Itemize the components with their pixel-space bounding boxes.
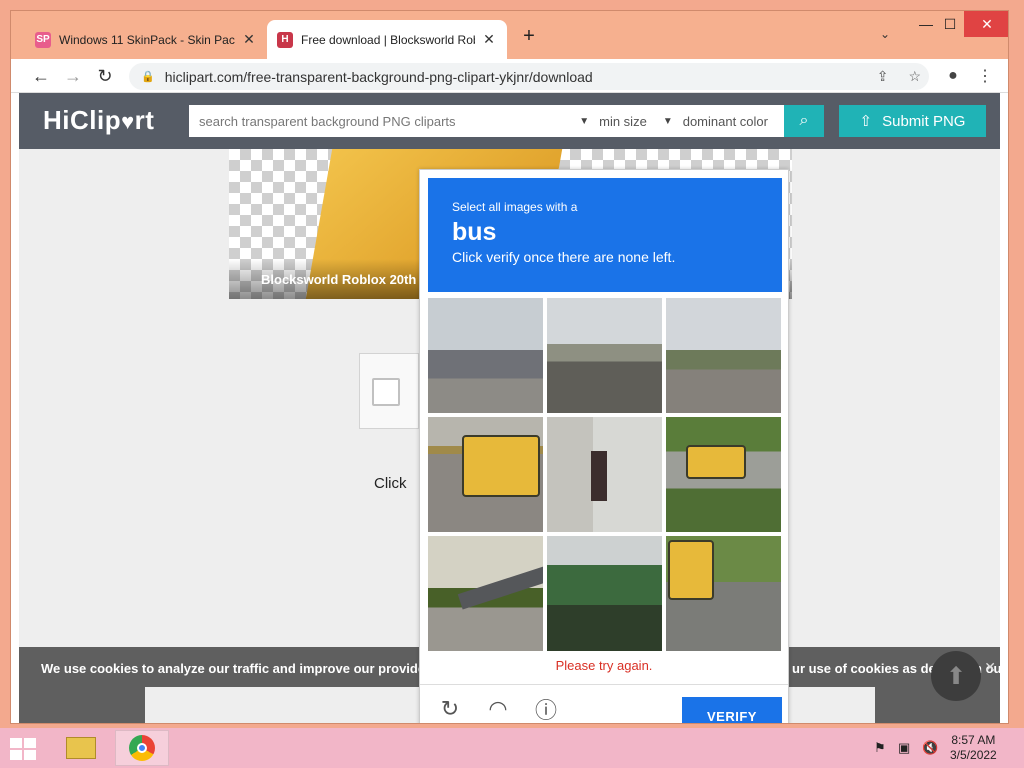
captcha-header: Select all images with a bus Click verif… (428, 178, 782, 292)
chevron-down-icon[interactable]: ⌄ (875, 27, 895, 47)
captcha-tile[interactable] (547, 417, 662, 532)
captcha-tile[interactable] (428, 298, 543, 413)
captcha-error: Please try again. (555, 658, 653, 673)
clock-time: 8:57 AM (951, 733, 996, 747)
recaptcha-checkbox[interactable] (372, 378, 400, 406)
close-icon[interactable]: ✕ (984, 659, 996, 676)
min-size-dropdown[interactable]: ▼ min size (579, 114, 647, 129)
url-text: hiclipart.com/free-transparent-backgroun… (164, 68, 593, 85)
captcha-tile[interactable] (428, 417, 543, 532)
close-icon[interactable]: ✕ (241, 31, 257, 48)
browser-toolbar: ← → ↻ 🔒 hiclipart.com/free-transparent-b… (11, 59, 1008, 93)
new-tab-button[interactable]: + (517, 25, 541, 49)
captcha-footer: ↻ ◠ ⓘ VERIFY (420, 684, 788, 723)
submit-png-button[interactable]: ⇧ Submit PNG (839, 105, 986, 137)
window-close-button[interactable]: ✕ (964, 11, 1008, 37)
profile-icon[interactable]: ● (941, 64, 965, 88)
clock-date: 3/5/2022 (950, 748, 997, 762)
click-instruction-text: Click (374, 475, 407, 492)
search-input[interactable]: search transparent background PNG clipar… (189, 114, 579, 129)
captcha-tile[interactable] (666, 417, 781, 532)
maximize-button[interactable]: ☐ (933, 11, 967, 37)
captcha-tile[interactable] (666, 298, 781, 413)
tab-hiclipart[interactable]: H Free download | Blocksworld Rob ✕ (267, 20, 507, 59)
back-arrow-icon[interactable]: ← (29, 64, 53, 88)
tab-strip: SP Windows 11 SkinPack - Skin Pack ✕ H F… (11, 11, 1008, 59)
cookie-text: We use cookies to analyze our traffic an… (41, 661, 444, 676)
search-bar: search transparent background PNG clipar… (189, 105, 784, 137)
captcha-tile[interactable] (428, 536, 543, 651)
taskbar-chrome[interactable] (115, 730, 169, 766)
share-icon[interactable]: ⇪ (877, 68, 889, 85)
recaptcha-widget (359, 353, 419, 429)
refresh-icon[interactable]: ↻ (438, 696, 462, 721)
close-icon[interactable]: ✕ (481, 31, 497, 48)
bus-shape (668, 540, 714, 600)
upload-icon: ⇧ (859, 113, 873, 130)
folder-icon (66, 737, 96, 759)
flag-icon[interactable]: ⚑ (874, 740, 886, 756)
headphones-icon[interactable]: ◠ (486, 696, 510, 721)
taskbar-file-explorer[interactable] (54, 730, 108, 766)
dominant-color-dropdown[interactable]: ▼ dominant color (663, 114, 768, 129)
chrome-icon (129, 735, 155, 761)
system-clock[interactable]: 8:57 AM 3/5/2022 (950, 733, 997, 763)
network-icon[interactable]: ▣ (898, 740, 910, 756)
traffic-light-shape (591, 451, 607, 501)
search-icon: ⌕ (799, 112, 809, 129)
heart-icon: ♥ (121, 109, 135, 134)
arrow-up-icon: ⬆ (945, 662, 967, 690)
captcha-grid (428, 298, 782, 651)
captcha-challenge: Select all images with a bus Click verif… (419, 169, 789, 723)
caret-down-icon: ▼ (579, 115, 590, 127)
captcha-tile[interactable] (666, 536, 781, 651)
preview-caption: Blocksworld Roblox 20th (261, 272, 417, 287)
star-icon[interactable]: ☆ (908, 68, 921, 85)
windows-start-icon[interactable] (10, 738, 38, 760)
taskbar: ⚑ ▣ 🔇 8:57 AM 3/5/2022 (0, 728, 1024, 768)
tab-title: Free download | Blocksworld Rob (301, 32, 475, 47)
verify-button[interactable]: VERIFY (682, 697, 782, 723)
lock-icon: 🔒 (141, 71, 155, 83)
reload-icon[interactable]: ↻ (93, 64, 117, 88)
captcha-target: bus (452, 218, 497, 246)
menu-icon[interactable]: ⋮ (973, 64, 997, 88)
browser-window: SP Windows 11 SkinPack - Skin Pack ✕ H F… (10, 10, 1009, 724)
captcha-instruction: Select all images with a (452, 200, 578, 214)
address-bar[interactable]: 🔒 hiclipart.com/free-transparent-backgro… (129, 63, 929, 90)
captcha-tile[interactable] (547, 536, 662, 651)
volume-muted-icon[interactable]: 🔇 (922, 740, 938, 756)
site-header: HiClip♥rt search transparent background … (19, 93, 1000, 149)
captcha-tile[interactable] (547, 298, 662, 413)
hiclipart-favicon-icon: H (277, 31, 293, 48)
forward-arrow-icon[interactable]: → (61, 64, 85, 88)
tab-title: Windows 11 SkinPack - Skin Pack (59, 32, 235, 47)
tab-skinpack[interactable]: SP Windows 11 SkinPack - Skin Pack ✕ (25, 20, 267, 59)
info-icon[interactable]: ⓘ (534, 697, 558, 723)
bus-shape (462, 435, 540, 497)
skinpack-favicon-icon: SP (35, 31, 51, 48)
bus-shape (686, 445, 746, 479)
overpass-shape (457, 566, 543, 610)
web-page: HiClip♥rt search transparent background … (19, 93, 1000, 723)
site-logo[interactable]: HiClip♥rt (43, 105, 154, 136)
scroll-to-top-button[interactable]: ⬆ (931, 651, 981, 701)
caret-down-icon: ▼ (662, 115, 673, 127)
search-button[interactable]: ⌕ (784, 105, 824, 137)
captcha-hint: Click verify once there are none left. (452, 249, 676, 265)
